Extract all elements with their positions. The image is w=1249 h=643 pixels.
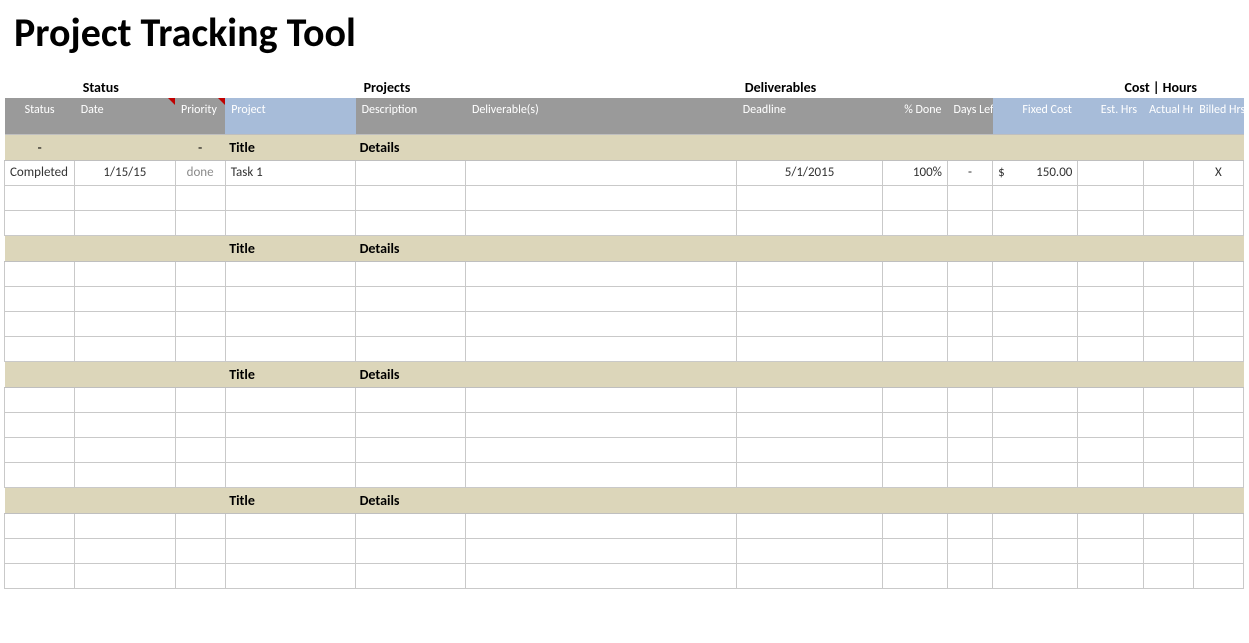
cell-est-hrs[interactable] <box>1078 160 1143 185</box>
currency-symbol: $ <box>998 165 1005 180</box>
col-status[interactable]: Status <box>5 98 75 134</box>
col-deadline[interactable]: Deadline <box>737 98 882 134</box>
table-row[interactable] <box>5 311 1244 336</box>
table-row[interactable] <box>5 563 1244 588</box>
col-fixed-cost[interactable]: Fixed Cost <box>993 98 1078 134</box>
cell-description[interactable] <box>356 160 466 185</box>
group-cost-hours: Cost | Hours <box>1078 73 1244 98</box>
band-details: Details <box>356 235 1244 261</box>
cell-pct-done[interactable]: 100% <box>882 160 947 185</box>
section-band: Title Details <box>5 235 1244 261</box>
band-dash: - <box>5 134 75 160</box>
table-row[interactable] <box>5 412 1244 437</box>
band-details: Details <box>356 134 1244 160</box>
band-details: Details <box>356 487 1244 513</box>
section-band: Title Details <box>5 487 1244 513</box>
table-row[interactable] <box>5 286 1244 311</box>
table-row[interactable] <box>5 336 1244 361</box>
group-status: Status <box>75 73 175 98</box>
col-pct-done[interactable]: % Done <box>882 98 947 134</box>
col-actual-hrs[interactable]: Actual Hrs <box>1143 98 1193 134</box>
col-priority[interactable]: Priority <box>175 98 225 134</box>
table-row[interactable] <box>5 185 1244 210</box>
group-header-row: Status Projects Deliverables Cost | Hour… <box>5 73 1244 98</box>
section-band: Title Details <box>5 361 1244 387</box>
currency-value: 150.00 <box>1036 165 1072 180</box>
cell-fixed-cost[interactable]: $ 150.00 <box>993 160 1078 185</box>
group-projects: Projects <box>356 73 466 98</box>
cell-status[interactable]: Completed <box>5 160 75 185</box>
band-title: Title <box>225 134 355 160</box>
band-title: Title <box>225 487 355 513</box>
cell-billed-hrs[interactable]: X <box>1193 160 1243 185</box>
table-row[interactable] <box>5 261 1244 286</box>
col-description[interactable]: Description <box>356 98 466 134</box>
project-tracking-table: Status Projects Deliverables Cost | Hour… <box>4 73 1244 589</box>
section-band: - - Title Details <box>5 134 1244 160</box>
band-details: Details <box>356 361 1244 387</box>
table-row[interactable] <box>5 538 1244 563</box>
cell-days-left[interactable]: - <box>947 160 992 185</box>
table-row[interactable]: Completed 1/15/15 done Task 1 5/1/2015 1… <box>5 160 1244 185</box>
column-header-row: Status Date Priority Project Description… <box>5 98 1244 134</box>
col-days-left[interactable]: Days Left <box>947 98 992 134</box>
col-est-hrs[interactable]: Est. Hrs <box>1078 98 1143 134</box>
col-deliverables[interactable]: Deliverable(s) <box>466 98 737 134</box>
cell-actual-hrs[interactable] <box>1143 160 1193 185</box>
col-billed-hrs[interactable]: Billed Hrs <box>1193 98 1243 134</box>
col-date[interactable]: Date <box>75 98 175 134</box>
band-title: Title <box>225 361 355 387</box>
group-deliverables: Deliverables <box>737 73 882 98</box>
col-project[interactable]: Project <box>225 98 355 134</box>
table-row[interactable] <box>5 210 1244 235</box>
cell-deadline[interactable]: 5/1/2015 <box>737 160 882 185</box>
table-row[interactable] <box>5 513 1244 538</box>
cell-deliverables[interactable] <box>466 160 737 185</box>
table-row[interactable] <box>5 437 1244 462</box>
table-row[interactable] <box>5 387 1244 412</box>
band-dash: - <box>175 134 225 160</box>
cell-project[interactable]: Task 1 <box>225 160 355 185</box>
cell-priority[interactable]: done <box>175 160 225 185</box>
band-title: Title <box>225 235 355 261</box>
cell-date[interactable]: 1/15/15 <box>75 160 175 185</box>
page-title: Project Tracking Tool <box>0 0 1249 73</box>
table-row[interactable] <box>5 462 1244 487</box>
